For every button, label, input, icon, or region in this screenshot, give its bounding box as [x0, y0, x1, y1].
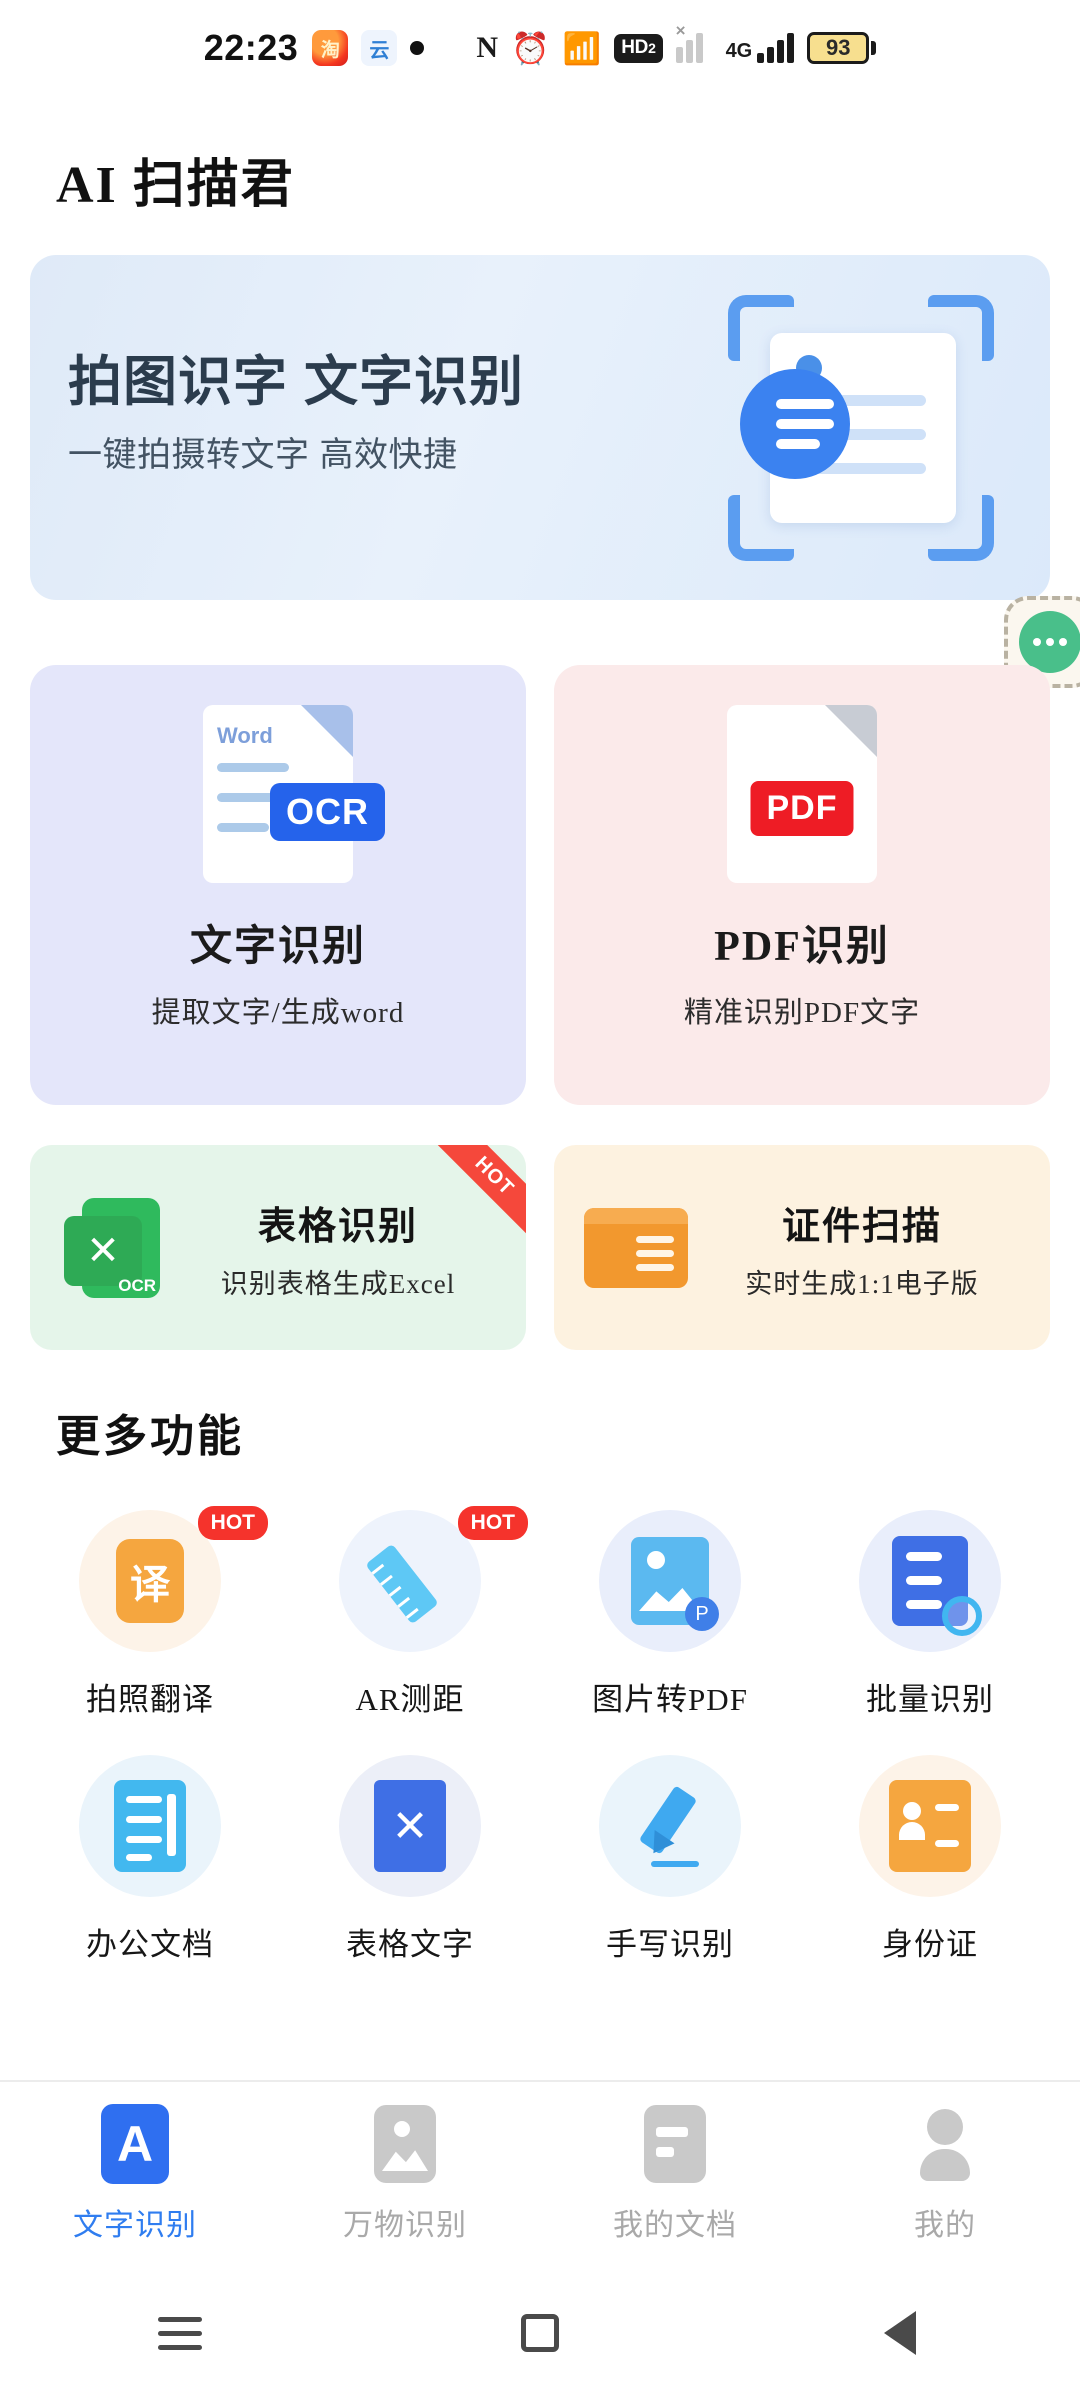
feature-card-subtitle: 实时生成1:1电子版 [745, 1268, 979, 1299]
grid-item-label: 拍照翻译 [86, 1682, 214, 1717]
pdf-p-glyph: P [685, 1597, 719, 1631]
pdf-illustration: PDF [554, 697, 1050, 912]
feature-card-id-scan[interactable]: 证件扫描 实时生成1:1电子版 [554, 1145, 1050, 1350]
feature-card-text-recognition[interactable]: Word OCR 文字识别 提取文字/生成word [30, 665, 526, 1105]
tab-text-recognition[interactable]: A 文字识别 [0, 2104, 270, 2244]
grid-item-photo-translate[interactable]: HOT 译 拍照翻译 [20, 1506, 280, 1719]
nfc-icon: N [476, 31, 498, 64]
floating-assistant-icon [1019, 611, 1080, 673]
feature-card-subtitle: 提取文字/生成word [151, 997, 405, 1029]
sim2-signal-icon [757, 33, 795, 63]
profile-icon [908, 2104, 982, 2184]
scan-frame-illustration [728, 295, 994, 561]
tab-my-documents[interactable]: 我的文档 [540, 2104, 810, 2244]
hot-badge: HOT [197, 1506, 268, 1540]
grid-item-batch-recognize[interactable]: 批量识别 [800, 1510, 1060, 1719]
dot-notification-icon [410, 41, 425, 55]
feature-card-title: 证件扫描 [781, 1205, 942, 1248]
bottom-tab-bar: A 文字识别 万物识别 我的文档 我的 [0, 2080, 1080, 2266]
wifi-icon: 📶 [562, 30, 602, 66]
grid-item-label: 批量识别 [866, 1682, 994, 1717]
grid-item-label: 表格文字 [346, 1927, 474, 1962]
table-text-icon: ✕ [339, 1755, 481, 1897]
battery-icon: 93 [807, 32, 877, 64]
feature-card-title: 文字识别 [189, 924, 366, 970]
mobile-data-icon: 4G [726, 33, 795, 63]
tab-label: 文字识别 [73, 2209, 197, 2242]
hero-subtitle: 一键拍摄转文字 高效快捷 [68, 436, 458, 474]
grid-item-image-to-pdf[interactable]: P 图片转PDF [540, 1510, 800, 1719]
cloud-notification-icon: 云 [361, 30, 398, 66]
grid-item-office-doc[interactable]: 办公文档 [20, 1755, 280, 1964]
grid-item-ar-measure[interactable]: HOT AR测距 [280, 1506, 540, 1719]
feature-card-pdf-recognition[interactable]: PDF PDF识别 精准识别PDF文字 [554, 665, 1050, 1105]
word-label: Word [217, 723, 273, 748]
tab-label: 我的 [914, 2209, 976, 2242]
grid-item-label: 图片转PDF [592, 1682, 748, 1717]
system-navigation-bar [0, 2266, 1080, 2400]
id-card-icon [576, 1207, 696, 1288]
network-type-label: 4G [725, 40, 753, 62]
home-button[interactable] [480, 2293, 600, 2373]
battery-percent-label: 93 [826, 35, 851, 60]
grid-item-label: AR测距 [355, 1682, 465, 1717]
image-recognize-icon [368, 2104, 442, 2184]
alarm-icon: ⏰ [511, 30, 550, 66]
id-card-icon [859, 1755, 1001, 1897]
grid-item-id-card[interactable]: 身份证 [800, 1755, 1060, 1964]
recent-apps-button[interactable] [120, 2293, 240, 2373]
no-service-icon: × [675, 21, 686, 40]
back-button[interactable] [840, 2293, 960, 2373]
hot-badge: HOT [457, 1506, 528, 1540]
handwriting-icon [599, 1755, 741, 1897]
grid-item-label: 手写识别 [606, 1927, 734, 1962]
status-bar: 22:23 淘 云 N ⏰ 📶 HD2 × 4G 93 [0, 0, 1080, 96]
grid-item-label: 办公文档 [86, 1927, 214, 1962]
home-icon [521, 2314, 559, 2352]
hero-banner[interactable]: 拍图识字 文字识别 一键拍摄转文字 高效快捷 [30, 255, 1050, 600]
grid-item-handwriting[interactable]: 手写识别 [540, 1755, 800, 1964]
secondary-feature-cards: HOT ✕ OCR 表格识别 识别表格生成Excel 证件扫描 实时生成1:1电… [30, 1145, 1050, 1350]
translate-glyph: 译 [116, 1539, 184, 1623]
tab-object-recognition[interactable]: 万物识别 [270, 2104, 540, 2244]
status-bar-clock: 22:23 [203, 27, 299, 68]
hero-title: 拍图识字 文字识别 [68, 352, 525, 412]
tab-label: 我的文档 [613, 2209, 737, 2242]
my-documents-icon [638, 2104, 712, 2184]
more-features-grid: HOT 译 拍照翻译 HOT AR测距 P 图片转PDF 批量识别 办公文档 ✕… [20, 1506, 1060, 1964]
sim1-signal-icon: × [675, 21, 713, 63]
volte-hd-icon: HD2 [614, 33, 663, 63]
grid-item-table-text[interactable]: ✕ 表格文字 [280, 1755, 540, 1964]
primary-feature-cards: Word OCR 文字识别 提取文字/生成word PDF PDF识别 精准识别… [30, 665, 1050, 1105]
back-icon [884, 2311, 916, 2355]
feature-card-subtitle: 精准识别PDF文字 [683, 997, 921, 1029]
page-title: AI 扫描君 [56, 157, 295, 214]
feature-card-title: PDF识别 [714, 924, 890, 970]
status-bar-notification-icons: 淘 云 [312, 30, 425, 66]
grid-item-label: 身份证 [882, 1927, 978, 1962]
table-x-glyph: ✕ [374, 1780, 446, 1872]
feature-card-title: 表格识别 [257, 1205, 418, 1248]
word-ocr-illustration: Word OCR [30, 697, 526, 912]
more-features-heading: 更多功能 [56, 1412, 244, 1461]
batch-recognize-icon [859, 1510, 1001, 1652]
status-bar-system-icons: N ⏰ 📶 HD2 × 4G 93 [476, 21, 877, 66]
ocr-chip: OCR [270, 783, 385, 841]
image-to-pdf-icon: P [599, 1510, 741, 1652]
taobao-notification-icon: 淘 [312, 30, 349, 66]
pdf-chip: PDF [750, 781, 854, 836]
letter-a-glyph: A [101, 2104, 169, 2184]
phone-screen: 22:23 淘 云 N ⏰ 📶 HD2 × 4G 93 AI 扫描君 拍图识字 … [0, 0, 1080, 2400]
text-recognize-icon: A [98, 2104, 172, 2184]
excel-ocr-label: OCR [118, 1275, 156, 1295]
recent-apps-icon [158, 2316, 202, 2350]
feature-card-subtitle: 识别表格生成Excel [220, 1268, 456, 1299]
tab-profile[interactable]: 我的 [810, 2104, 1080, 2244]
excel-ocr-icon: ✕ OCR [52, 1197, 172, 1298]
office-doc-icon [79, 1755, 221, 1897]
tab-label: 万物识别 [343, 2209, 467, 2242]
feature-card-table-recognition[interactable]: HOT ✕ OCR 表格识别 识别表格生成Excel [30, 1145, 526, 1350]
